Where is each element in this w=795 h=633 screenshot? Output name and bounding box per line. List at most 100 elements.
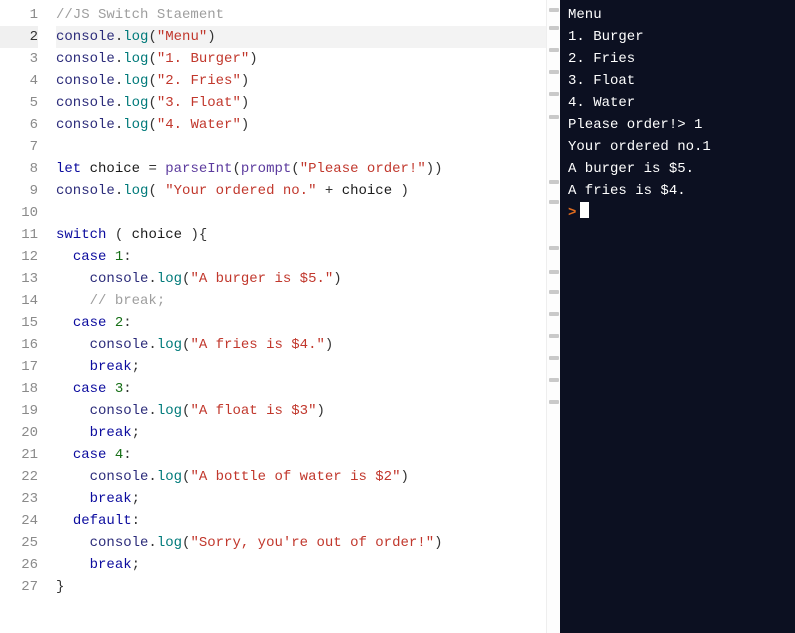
line-number: 20 bbox=[0, 422, 38, 444]
code-line[interactable]: console.log("A float is $3") bbox=[56, 400, 560, 422]
console-line: Your ordered no.1 bbox=[568, 136, 787, 158]
code-line[interactable]: default: bbox=[56, 510, 560, 532]
token-punc: ) bbox=[241, 117, 249, 133]
token-punc: ) bbox=[392, 183, 409, 199]
code-line[interactable]: case 1: bbox=[56, 246, 560, 268]
code-line[interactable]: console.log("Sorry, you're out of order!… bbox=[56, 532, 560, 554]
code-line[interactable]: console.log( "Your ordered no." + choice… bbox=[56, 180, 560, 202]
token-punc: ( bbox=[106, 227, 131, 243]
line-number: 2 bbox=[0, 26, 38, 48]
token-punc bbox=[106, 381, 114, 397]
code-line[interactable]: console.log("1. Burger") bbox=[56, 48, 560, 70]
scrollbar-mark bbox=[549, 270, 559, 274]
console-line: 2. Fries bbox=[568, 48, 787, 70]
token-punc: ) bbox=[434, 535, 442, 551]
code-content[interactable]: //JS Switch Staementconsole.log("Menu")c… bbox=[48, 0, 560, 633]
code-line[interactable]: console.log("Menu") bbox=[56, 26, 560, 48]
code-line[interactable]: console.log("3. Float") bbox=[56, 92, 560, 114]
token-var: choice bbox=[342, 183, 392, 199]
line-number: 12 bbox=[0, 246, 38, 268]
code-editor-pane[interactable]: 1234567891011121314151617181920212223242… bbox=[0, 0, 560, 633]
code-line[interactable]: console.log("A fries is $4.") bbox=[56, 334, 560, 356]
line-number: 18 bbox=[0, 378, 38, 400]
code-line[interactable]: // break; bbox=[56, 290, 560, 312]
code-line[interactable]: let choice = parseInt(prompt("Please ord… bbox=[56, 158, 560, 180]
token-punc: )) bbox=[426, 161, 443, 177]
code-line[interactable]: console.log("4. Water") bbox=[56, 114, 560, 136]
token-punc: . bbox=[115, 51, 123, 67]
code-line[interactable]: console.log("A bottle of water is $2") bbox=[56, 466, 560, 488]
code-line[interactable]: break; bbox=[56, 554, 560, 576]
code-line[interactable] bbox=[56, 136, 560, 158]
console-prompt-line[interactable]: > bbox=[568, 202, 787, 224]
scrollbar-mark bbox=[549, 378, 559, 382]
code-line[interactable]: case 3: bbox=[56, 378, 560, 400]
token-obj: console bbox=[90, 271, 149, 287]
code-line[interactable]: console.log("A burger is $5.") bbox=[56, 268, 560, 290]
code-line[interactable]: case 4: bbox=[56, 444, 560, 466]
scrollbar-mark bbox=[549, 400, 559, 404]
token-punc: = bbox=[148, 161, 165, 177]
code-line[interactable] bbox=[56, 202, 560, 224]
code-line[interactable]: break; bbox=[56, 356, 560, 378]
token-obj: console bbox=[56, 73, 115, 89]
token-obj: console bbox=[56, 183, 115, 199]
token-method: log bbox=[157, 271, 182, 287]
token-punc: ( bbox=[148, 95, 156, 111]
code-line[interactable]: break; bbox=[56, 488, 560, 510]
token-str: "4. Water" bbox=[157, 117, 241, 133]
token-kw: break bbox=[90, 491, 132, 507]
scrollbar[interactable] bbox=[546, 0, 560, 633]
scrollbar-track[interactable] bbox=[547, 0, 560, 633]
token-obj: console bbox=[90, 403, 149, 419]
token-punc: ) bbox=[316, 403, 324, 419]
line-number: 1 bbox=[0, 4, 38, 26]
token-str: "A float is $3" bbox=[190, 403, 316, 419]
token-punc: ) bbox=[401, 469, 409, 485]
cursor-icon bbox=[580, 202, 589, 218]
token-punc: ) bbox=[325, 337, 333, 353]
token-obj: console bbox=[56, 29, 115, 45]
token-method: log bbox=[123, 73, 148, 89]
token-kw: case bbox=[73, 249, 107, 265]
token-punc: ; bbox=[132, 425, 140, 441]
line-number: 14 bbox=[0, 290, 38, 312]
line-number: 4 bbox=[0, 70, 38, 92]
token-str: "Sorry, you're out of order!" bbox=[190, 535, 434, 551]
token-str: "A burger is $5." bbox=[190, 271, 333, 287]
token-var: choice bbox=[81, 161, 148, 177]
token-punc: . bbox=[148, 535, 156, 551]
line-number: 7 bbox=[0, 136, 38, 158]
token-comment: // break; bbox=[90, 293, 166, 309]
line-number: 26 bbox=[0, 554, 38, 576]
code-line[interactable]: switch ( choice ){ bbox=[56, 224, 560, 246]
code-line[interactable]: } bbox=[56, 576, 560, 598]
scrollbar-mark bbox=[549, 312, 559, 316]
console-output-pane[interactable]: Menu1. Burger2. Fries3. Float4. WaterPle… bbox=[560, 0, 795, 633]
token-punc: ( bbox=[232, 161, 240, 177]
token-str: "A fries is $4." bbox=[190, 337, 324, 353]
token-punc: + bbox=[316, 183, 341, 199]
token-method: log bbox=[157, 337, 182, 353]
code-line[interactable]: case 2: bbox=[56, 312, 560, 334]
line-number: 15 bbox=[0, 312, 38, 334]
token-punc: ) bbox=[207, 29, 215, 45]
console-line: A burger is $5. bbox=[568, 158, 787, 180]
line-number: 17 bbox=[0, 356, 38, 378]
token-punc bbox=[106, 315, 114, 331]
code-line[interactable]: //JS Switch Staement bbox=[56, 4, 560, 26]
token-var: choice bbox=[132, 227, 182, 243]
code-line[interactable]: console.log("2. Fries") bbox=[56, 70, 560, 92]
line-number: 6 bbox=[0, 114, 38, 136]
scrollbar-mark bbox=[549, 48, 559, 52]
console-line: Menu bbox=[568, 4, 787, 26]
token-method: log bbox=[123, 117, 148, 133]
code-line[interactable]: break; bbox=[56, 422, 560, 444]
token-punc: . bbox=[115, 117, 123, 133]
line-number: 8 bbox=[0, 158, 38, 180]
line-number: 25 bbox=[0, 532, 38, 554]
token-method: log bbox=[123, 51, 148, 67]
token-obj: console bbox=[56, 51, 115, 67]
token-punc: : bbox=[123, 315, 131, 331]
token-punc: ; bbox=[132, 557, 140, 573]
